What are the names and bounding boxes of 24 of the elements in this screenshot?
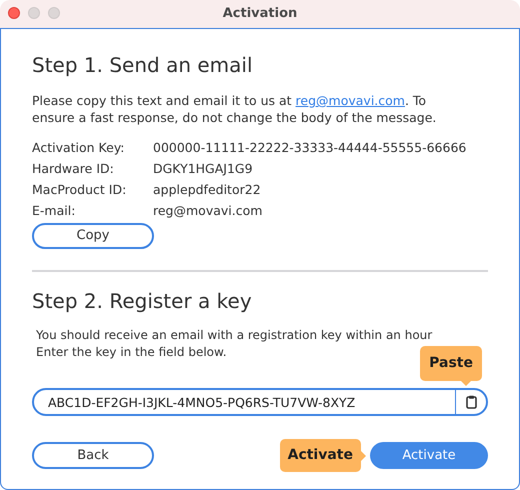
back-button[interactable]: Back <box>32 442 154 469</box>
field-label: Hardware ID: <box>32 160 115 177</box>
copy-button[interactable]: Copy <box>32 223 154 249</box>
field-value: reg@movavi.com <box>153 202 264 219</box>
activate-button[interactable]: Activate <box>370 442 488 469</box>
close-button[interactable] <box>8 7 20 19</box>
field-value: applepdfeditor22 <box>153 181 262 198</box>
field-value: 000000-11111-22222-33333-44444-55555-66666 <box>153 139 468 156</box>
instructions-text: Please copy this text and email it to us at reg@movavi.com. To ensure a fast response, do not change the body of the message. <box>32 92 438 126</box>
field-label: E-mail: <box>32 202 76 219</box>
section-heading: Step 2. Register a key <box>32 288 253 314</box>
activate-callout: Activate <box>280 439 366 472</box>
instructions-text: Enter the key in the field below. <box>36 344 227 361</box>
email-link[interactable]: reg@movavi.com <box>296 93 405 108</box>
paste-callout: Paste <box>420 346 482 386</box>
key-field[interactable]: ABC1D-EF2GH-I3JKL-4MNO5-PQ6RS-TU7VW-8XYZ <box>32 388 488 416</box>
field-label: Activation Key: <box>32 139 126 156</box>
field-value: DGKY1HGAJ1G9 <box>153 160 254 177</box>
clipboard-icon <box>466 395 476 409</box>
window-title: Activation <box>222 5 298 24</box>
instructions-text: You should receive an email with a registration key within an hour <box>36 327 432 344</box>
key-input[interactable]: ABC1D-EF2GH-I3JKL-4MNO5-PQ6RS-TU7VW-8XYZ <box>34 390 455 414</box>
section-heading: Step 1. Send an email <box>32 52 254 78</box>
field-label: MacProduct ID: <box>32 181 128 198</box>
